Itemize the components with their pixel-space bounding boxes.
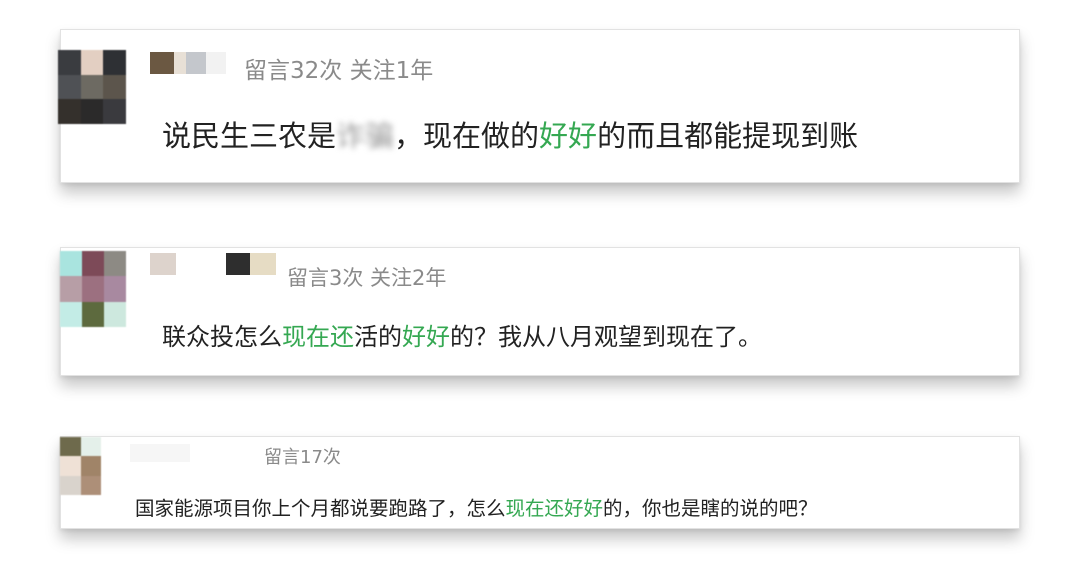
highlight-text: 现在还好好 [505,497,604,520]
comment-segment: 的？我从八月观望到现在了。 [450,323,762,351]
comment-text: 联众投怎么现在还活的好好的？我从八月观望到现在了。 [162,317,762,352]
username-masked[interactable] [130,444,190,462]
comment-segment: 联众投怎么 [162,323,282,351]
blurred-text: 诈骗 [336,119,395,153]
highlight-text: 好好 [539,119,598,153]
comment-segment: 活的 [354,323,402,351]
highlight-text: 现在还 [282,323,354,351]
username-masked[interactable] [150,253,276,275]
avatar[interactable] [60,251,126,327]
avatar[interactable] [58,50,126,124]
comment-meta: 留言32次 关注1年 [244,58,434,84]
comment-segment: 的，你也是瞎的说的吧？ [603,497,818,520]
comment-segment: 国家能源项目你上个月都说要跑路了，怎么 [135,497,506,520]
highlight-text: 好好 [402,323,450,351]
avatar[interactable] [60,437,101,495]
comment-segment: 说民生三农是 [162,119,337,153]
comment-text: 国家能源项目你上个月都说要跑路了，怎么现在还好好的，你也是瞎的说的吧？ [135,492,818,521]
comment-segment: ，现在做的 [394,119,540,153]
comment-text: 说民生三农是诈骗，现在做的好好的而且都能提现到账 [162,113,858,155]
comment-segment: 的而且都能提现到账 [597,119,859,153]
username-masked[interactable] [150,52,226,74]
comment-meta: 留言3次 关注2年 [287,266,447,290]
comment-meta: 留言17次 [264,447,341,468]
